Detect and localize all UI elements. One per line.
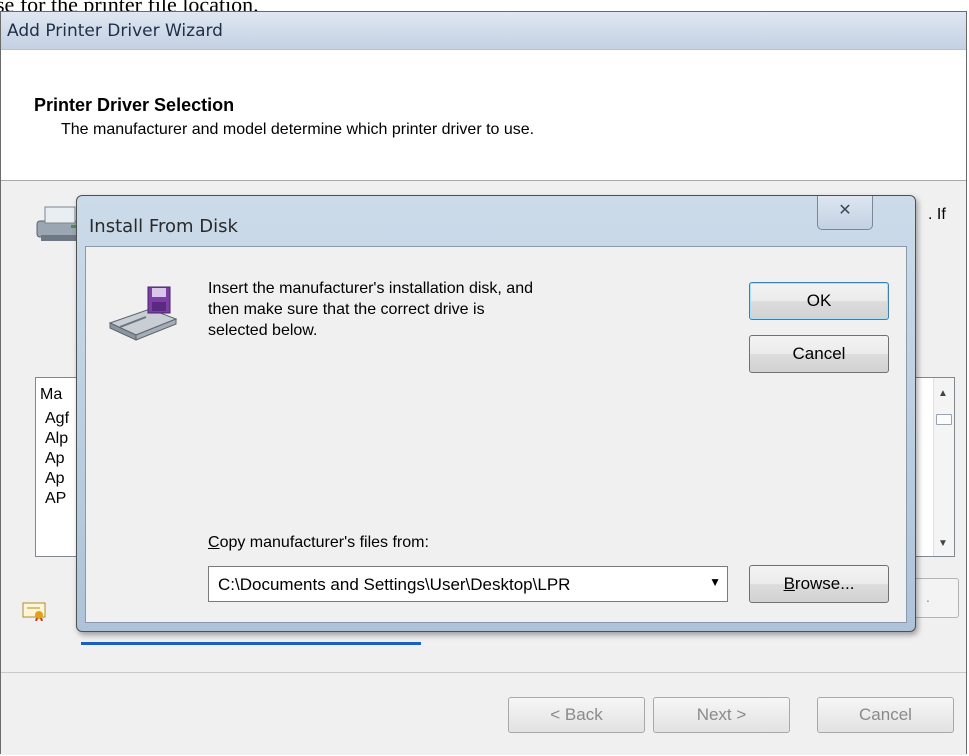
list-item[interactable]: Agf xyxy=(45,410,69,428)
copy-label-accelerator: C xyxy=(208,534,220,551)
page-subtitle: The manufacturer and model determine whi… xyxy=(61,121,535,138)
link-underline xyxy=(81,642,421,645)
back-button-label: < Back xyxy=(550,705,603,724)
path-combobox[interactable]: C:\Documents and Settings\User\Desktop\L… xyxy=(208,566,728,602)
dialog-title: Install From Disk xyxy=(89,216,238,237)
browse-button[interactable]: Browse... xyxy=(749,565,889,603)
close-icon: ✕ xyxy=(838,202,852,219)
wizard-footer: < Back Next > Cancel xyxy=(1,672,966,755)
list-scrollbar[interactable]: ▲ ▼ xyxy=(933,378,954,556)
next-button-label: Next > xyxy=(696,705,747,724)
back-button[interactable]: < Back xyxy=(508,697,645,733)
certificate-icon xyxy=(22,602,46,621)
ok-button[interactable]: OK xyxy=(749,282,889,320)
have-disk-button[interactable]: . xyxy=(909,578,959,618)
wizard-cancel-label: Cancel xyxy=(859,705,912,724)
copy-from-label: Copy manufacturer's files from: xyxy=(208,534,429,552)
copy-label-text: opy manufacturer's files from: xyxy=(219,534,429,551)
list-item[interactable]: AP xyxy=(45,490,66,508)
floppy-disk-drive-icon xyxy=(108,286,178,341)
list-column-header[interactable]: Ma xyxy=(40,386,62,404)
scrollbar-thumb[interactable] xyxy=(936,414,952,425)
wizard-cancel-button[interactable]: Cancel xyxy=(817,697,954,733)
list-item[interactable]: Ap xyxy=(45,450,65,468)
scroll-down-icon[interactable]: ▼ xyxy=(938,538,948,549)
close-button[interactable]: ✕ xyxy=(817,196,873,230)
chevron-down-icon[interactable]: ▼ xyxy=(709,575,721,589)
list-item[interactable]: Ap xyxy=(45,470,65,488)
dialog-client-area: Insert the manufacturer's installation d… xyxy=(85,246,907,623)
ok-button-label: OK xyxy=(806,291,832,310)
browse-button-label: rowse... xyxy=(794,574,855,593)
wizard-titlebar[interactable]: Add Printer Driver Wizard xyxy=(1,12,966,50)
wizard-title: Add Printer Driver Wizard xyxy=(7,21,223,41)
browse-accelerator: B xyxy=(783,574,795,593)
page-title: Printer Driver Selection xyxy=(34,95,235,115)
list-item[interactable]: Alp xyxy=(45,430,68,448)
instruction-text: Insert the manufacturer's installation d… xyxy=(208,280,533,339)
next-button[interactable]: Next > xyxy=(653,697,790,733)
background-text-fragment: . If xyxy=(928,206,946,223)
cancel-button[interactable]: Cancel xyxy=(749,335,889,373)
install-from-disk-dialog: Install From Disk ✕ Insert the manufactu… xyxy=(76,195,916,632)
scroll-up-icon[interactable]: ▲ xyxy=(938,388,948,399)
path-value[interactable]: C:\Documents and Settings\User\Desktop\L… xyxy=(218,575,570,595)
cancel-button-label: Cancel xyxy=(792,344,846,363)
wizard-header: Printer Driver Selection The manufacture… xyxy=(1,50,966,181)
